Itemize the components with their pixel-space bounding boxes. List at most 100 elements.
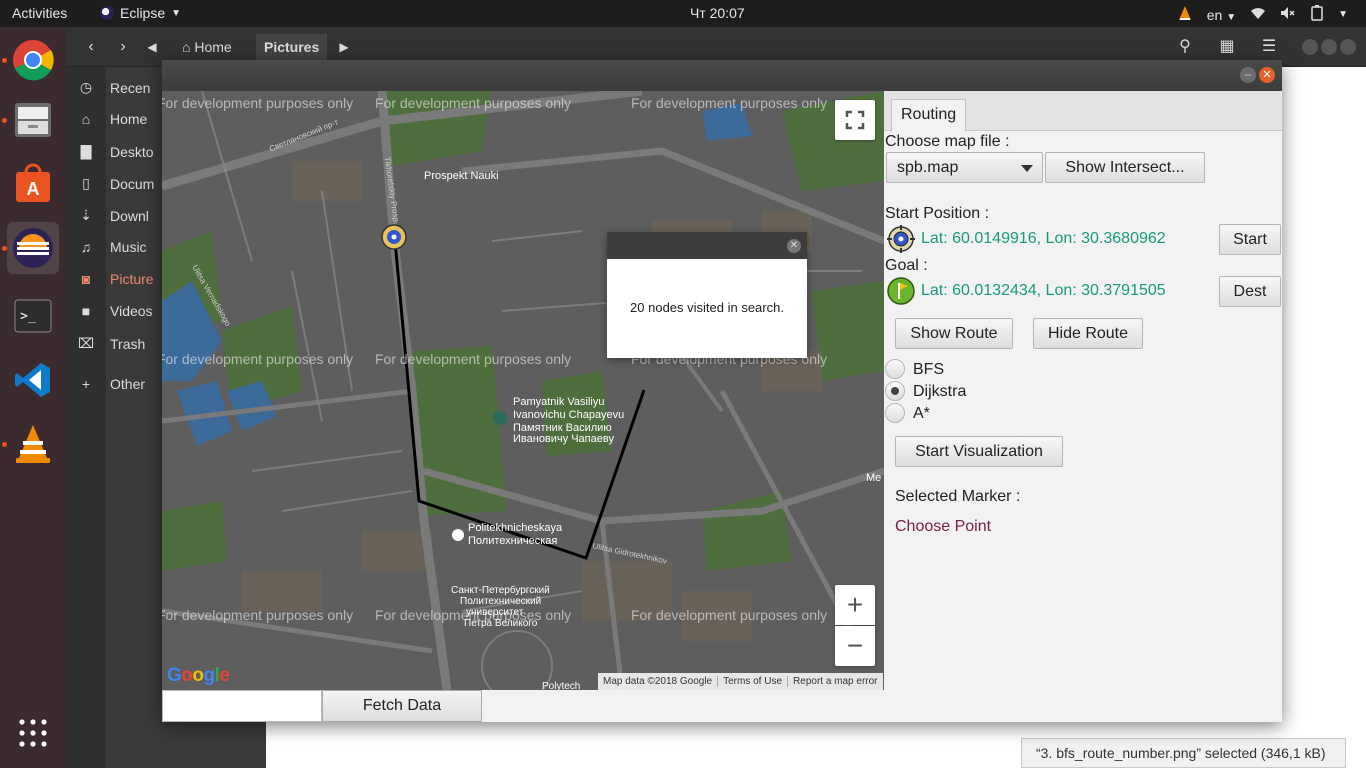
routing-panel: Routing Choose map file : spb.map Show I… [884, 91, 1282, 690]
map-file-select[interactable]: spb.map [886, 152, 1043, 183]
eclipse-icon[interactable] [7, 222, 59, 274]
report-error-link[interactable]: Report a map error [788, 676, 882, 687]
minimize-icon[interactable] [1302, 39, 1318, 55]
vscode-icon[interactable] [7, 354, 59, 406]
fullscreen-icon [845, 110, 865, 130]
app-titlebar[interactable]: – ✕ [162, 60, 1282, 91]
info-popup: ✕ 20 nodes visited in search. [607, 232, 807, 358]
app-menu[interactable]: Eclipse ▼ [100, 5, 181, 21]
zoom-out-button[interactable]: − [835, 626, 875, 666]
battery-icon[interactable] [1310, 5, 1324, 24]
dev-watermark: For development purposes only [631, 607, 828, 623]
music-icon: ♫ [80, 239, 92, 255]
sidebar-item-videos[interactable]: ■ Videos [78, 303, 153, 319]
activities-button[interactable]: Activities [12, 5, 67, 21]
wifi-icon[interactable] [1250, 6, 1266, 23]
back-icon[interactable]: ‹ [76, 35, 106, 59]
menu-icon[interactable]: ☰ [1254, 35, 1284, 59]
routing-app-window: – ✕ For development purposes only For de… [162, 60, 1282, 722]
clock[interactable]: Чт 20:07 [690, 5, 745, 21]
svg-text:A: A [27, 179, 40, 199]
show-applications-icon[interactable] [7, 707, 59, 759]
zoom-in-button[interactable]: + [835, 585, 875, 625]
sidebar-icon-strip [66, 67, 106, 768]
dest-button[interactable]: Dest [1219, 276, 1281, 307]
map-label: Петра Великого [464, 618, 538, 629]
map-label: Me [866, 472, 882, 484]
sidebar-item-documents[interactable]: ▯ Docum [78, 175, 154, 192]
breadcrumb-pictures[interactable]: Pictures [256, 34, 328, 60]
map-label: Pamyatnik Vasiliyu [513, 396, 605, 408]
language-indicator[interactable]: en ▼ [1207, 7, 1236, 23]
google-logo: Google [167, 665, 230, 686]
sidebar-item-music[interactable]: ♫ Music [78, 239, 147, 255]
radio-astar[interactable] [885, 403, 905, 423]
fullscreen-button[interactable] [835, 100, 875, 140]
forward-icon[interactable]: › [108, 35, 138, 59]
camera-icon: ◙ [81, 271, 91, 287]
start-button[interactable]: Start [1219, 224, 1281, 255]
breadcrumb-home[interactable]: ⌂ Home [174, 34, 240, 60]
map-label: Ivanovichu Chapayevu [513, 409, 625, 421]
map-label: университет [466, 607, 524, 618]
sidebar-item-downloads[interactable]: ⇣ Downl [78, 207, 149, 224]
chevron-down-icon[interactable]: ▼ [1338, 9, 1348, 20]
system-tray[interactable]: en ▼ ▼ [1177, 5, 1348, 24]
close-icon[interactable]: ✕ [787, 239, 801, 253]
show-route-button[interactable]: Show Route [895, 318, 1013, 349]
radio-bfs-label[interactable]: BFS [913, 361, 944, 379]
dock: A >_ [0, 27, 66, 768]
dev-watermark: For development purposes only [162, 95, 354, 111]
volume-icon[interactable] [1280, 6, 1296, 23]
view-options-icon[interactable]: ▦ [1212, 35, 1242, 59]
dev-watermark: For development purposes only [162, 607, 354, 623]
radio-bfs[interactable] [885, 359, 905, 379]
vlc-icon[interactable] [7, 418, 59, 470]
hide-route-button[interactable]: Hide Route [1033, 318, 1143, 349]
terminal-icon[interactable]: >_ [7, 290, 59, 342]
maximize-icon[interactable] [1321, 39, 1337, 55]
sidebar-item-trash[interactable]: ⌧ Trash [78, 335, 145, 352]
running-indicator [2, 246, 7, 251]
show-intersections-button[interactable]: Show Intersect... [1045, 152, 1205, 183]
fetch-input[interactable] [162, 690, 322, 722]
files-icon[interactable] [7, 94, 59, 146]
map-label: Polytech [542, 681, 581, 690]
recent-icon: ◷ [79, 79, 93, 95]
start-position-icon [886, 224, 916, 259]
minimize-icon[interactable]: – [1240, 67, 1256, 83]
running-indicator [2, 118, 7, 123]
vlc-tray-icon[interactable] [1177, 5, 1193, 24]
chevron-down-icon: ▼ [1226, 11, 1237, 23]
chrome-icon[interactable] [7, 34, 59, 86]
map-label: Политехнический [460, 596, 542, 607]
radio-dijkstra-label[interactable]: Dijkstra [913, 383, 966, 401]
map-view[interactable]: For development purposes only For develo… [162, 91, 884, 690]
radio-astar-label[interactable]: A* [913, 405, 930, 423]
sidebar-item-home[interactable]: ⌂ Home [78, 111, 148, 127]
map-label: Санкт-Петербургский [451, 585, 550, 596]
document-icon: ▯ [82, 175, 90, 191]
choose-point-text: Choose Point [895, 518, 992, 535]
map-label: Политехническая [468, 535, 558, 547]
sidebar-item-other[interactable]: + Other [78, 376, 145, 392]
sidebar-item-recent[interactable]: ◷ Recen [78, 79, 151, 96]
map-attribution: Map data ©2018 Google Terms of Use Repor… [598, 673, 883, 690]
selection-status: “3. bfs_route_number.png” selected (346,… [1021, 738, 1346, 768]
tab-routing[interactable]: Routing [891, 99, 967, 132]
fetch-data-button[interactable]: Fetch Data [322, 690, 482, 722]
start-visualization-button[interactable]: Start Visualization [895, 436, 1063, 467]
terms-link[interactable]: Terms of Use [718, 676, 789, 687]
search-icon[interactable]: ⚲ [1170, 35, 1200, 59]
sidebar-item-desktop[interactable]: ▇ Deskto [78, 143, 154, 160]
radio-dijkstra[interactable] [885, 381, 905, 401]
start-position-label: Start Position : [885, 205, 990, 222]
chevron-right-icon[interactable]: ▶ [336, 35, 352, 59]
close-icon[interactable] [1340, 39, 1356, 55]
popup-titlebar[interactable]: ✕ [607, 232, 807, 259]
software-center-icon[interactable]: A [7, 158, 59, 210]
sidebar-item-pictures[interactable]: ◙ Picture [78, 271, 154, 287]
chevron-left-icon[interactable]: ◀ [144, 35, 160, 59]
home-icon: ⌂ [81, 111, 91, 127]
close-icon[interactable]: ✕ [1259, 67, 1275, 83]
